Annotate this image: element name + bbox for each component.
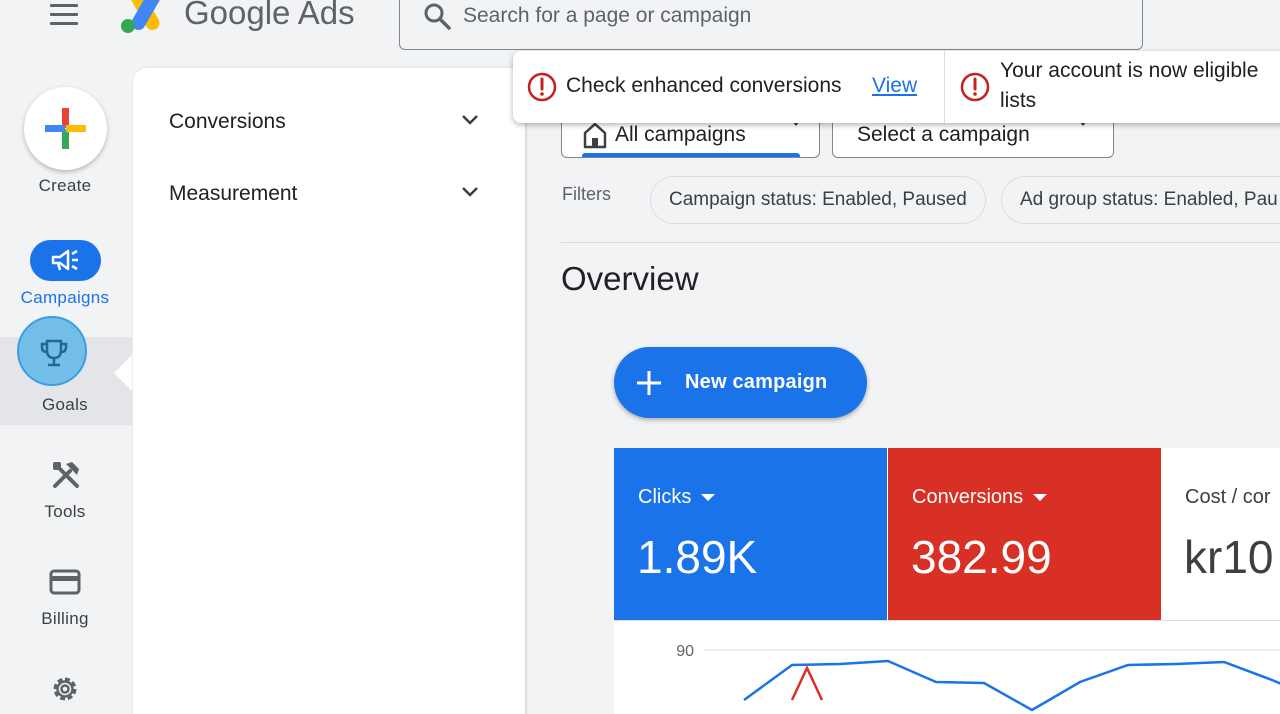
alert-icon [960, 72, 990, 102]
create-button[interactable] [24, 87, 107, 170]
metric-value: kr10 [1184, 531, 1274, 583]
nav-item-measurement[interactable]: Measurement [169, 174, 479, 214]
metric-label: Cost / cor [1185, 486, 1271, 508]
plus-icon [637, 371, 661, 395]
performance-card: Clicks 1.89K Conversions 382.99 Cost / c… [614, 448, 1280, 714]
y-tick-label: 90 [676, 643, 694, 660]
tools-label: Tools [44, 502, 86, 521]
alert-icon [527, 72, 557, 102]
filter-chip-campaign-status[interactable]: Campaign status: Enabled, Paused [650, 176, 986, 224]
goals-label: Goals [42, 395, 88, 414]
chevron-down-icon [462, 115, 478, 125]
nav-item-label: Measurement [169, 182, 298, 205]
new-campaign-button[interactable]: New campaign [614, 347, 867, 418]
notification-text-line2: lists [1000, 89, 1037, 112]
trophy-icon [40, 339, 68, 367]
active-selector-underline [582, 153, 800, 157]
chart-series-line-0 [743, 659, 1280, 712]
filters-label: Filters [562, 184, 611, 204]
notification-separator [944, 51, 945, 123]
caret-down-icon [701, 494, 716, 502]
gear-icon[interactable] [49, 673, 81, 705]
goals-side-panel: Conversions Measurement [133, 68, 525, 714]
campaigns-label: Campaigns [20, 288, 110, 307]
chevron-down-icon [462, 187, 478, 197]
campaigns-nav-button[interactable] [30, 240, 101, 281]
search-icon [424, 3, 451, 30]
performance-chart: 90 [676, 643, 1280, 712]
tools-icon[interactable] [50, 459, 82, 491]
view-link[interactable]: View [872, 74, 917, 98]
notification-text-line1: Your account is now eligible [1000, 59, 1259, 82]
nav-item-conversions[interactable]: Conversions [169, 102, 479, 142]
caret-down-icon [1033, 494, 1048, 502]
goals-nav-button[interactable] [17, 316, 87, 386]
select-campaign-label: Select a campaign [857, 123, 1030, 146]
search-bar[interactable]: Search for a page or campaign [399, 0, 1143, 50]
metric-value: 1.89K [637, 531, 758, 583]
all-campaigns-label: All campaigns [615, 123, 746, 146]
metric-tile-conversions[interactable]: Conversions 382.99 [888, 448, 1161, 620]
plus-icon [45, 108, 86, 149]
home-icon [583, 122, 607, 149]
metric-value: 382.99 [911, 531, 1052, 583]
search-placeholder: Search for a page or campaign [463, 4, 752, 27]
megaphone-icon [51, 249, 78, 271]
page-title: Overview [561, 260, 699, 297]
credit-card-icon[interactable] [49, 568, 81, 596]
google-ads-logo-icon [121, 0, 161, 33]
metric-label: Conversions [912, 486, 1048, 509]
goals-pointer [114, 355, 132, 391]
create-label: Create [38, 176, 92, 195]
product-name: Google Ads [184, 0, 355, 31]
filter-chip-ad-group-status[interactable]: Ad group status: Enabled, Pau [1001, 176, 1280, 224]
metric-label: Clicks [638, 486, 716, 509]
metric-label-text: Clicks [638, 486, 692, 508]
nav-item-label: Conversions [169, 110, 286, 133]
chart-series-line-1 [790, 665, 824, 701]
notification-bar: Check enhanced conversions View Your acc… [513, 51, 1280, 123]
filters-divider [561, 242, 1280, 243]
hamburger-menu-icon[interactable] [50, 4, 80, 26]
new-campaign-label: New campaign [685, 371, 828, 393]
notification-text: Check enhanced conversions [566, 74, 842, 97]
metric-tile-cost-per-conversion[interactable]: Cost / cor kr10 [1161, 448, 1280, 620]
metric-tile-clicks[interactable]: Clicks 1.89K [614, 448, 887, 620]
metric-label-text: Conversions [912, 486, 1024, 508]
billing-label: Billing [41, 609, 89, 628]
